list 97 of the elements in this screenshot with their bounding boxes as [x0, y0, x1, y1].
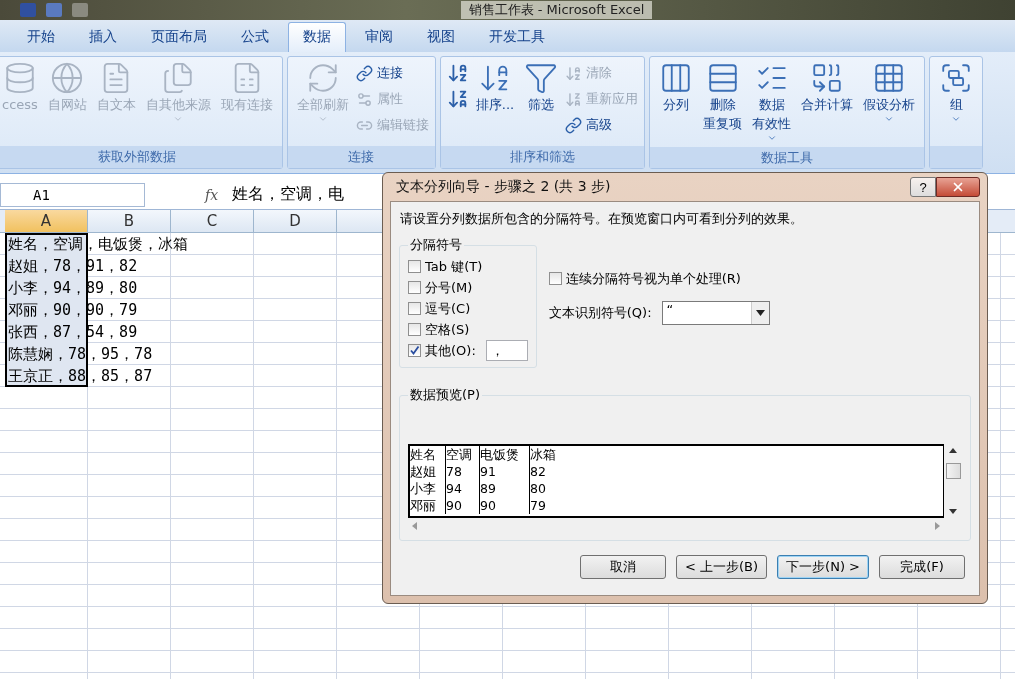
caret-icon	[884, 114, 895, 124]
close-button[interactable]	[936, 177, 980, 197]
checkbox-label[interactable]: 分号(M)	[425, 278, 473, 297]
preview-cell-text: 82	[530, 463, 547, 480]
column-header[interactable]: A	[5, 210, 88, 232]
help-button[interactable]: ?	[910, 177, 936, 197]
cell-text: 王京正，88，85，87	[5, 365, 153, 387]
checkbox-label[interactable]: 逗号(C)	[425, 299, 471, 318]
checkbox[interactable]	[408, 281, 421, 294]
ribbon-button[interactable]: 连接	[355, 61, 429, 85]
instruction-text: 请设置分列数据所包含的分隔符号。在预览窗口内可看到分列的效果。	[400, 210, 803, 228]
checkbox-label[interactable]: 其他(O):	[425, 341, 476, 360]
caret-icon	[755, 310, 765, 316]
cell-text: 陈慧娴，78，95，78	[5, 343, 153, 365]
field-label: 文本识别符号(Q):	[548, 304, 652, 322]
group-label: 排序和筛选	[440, 146, 645, 168]
qualifier-dropdown[interactable]: “	[661, 301, 770, 325]
ribbon-button[interactable]: 数据 有效性	[749, 59, 795, 145]
ribbon-button[interactable]: 合并计算	[798, 59, 857, 116]
preview-cell-text: 79	[530, 497, 547, 514]
ribbon-tab[interactable]: 页面布局	[136, 22, 222, 52]
name-box[interactable]: A1	[0, 182, 145, 207]
preview-cell-text: 冰箱	[530, 446, 557, 463]
checkbox[interactable]	[408, 344, 421, 357]
ribbon-tab[interactable]: 开始	[12, 22, 70, 52]
ribbon-icon	[524, 61, 559, 95]
caret-icon	[951, 114, 962, 124]
column-header[interactable]: D	[254, 210, 337, 232]
caret-icon	[766, 133, 777, 143]
group-label: 连接	[287, 146, 435, 168]
preview-cell: 空调	[446, 446, 480, 463]
dialog-button[interactable]: 下一步(N) >	[777, 555, 869, 579]
dialog-title: 文本分列向导 - 步骤之 2 (共 3 步)	[395, 178, 611, 196]
group-label: 数据工具	[650, 147, 925, 168]
preview-cell: 90	[446, 497, 480, 514]
scroll-up-icon[interactable]	[949, 448, 957, 453]
ribbon-button[interactable]: 删除 重复项	[700, 59, 746, 135]
scroll-left-icon[interactable]	[412, 522, 417, 530]
ribbon-icon	[355, 90, 373, 108]
caret-icon	[317, 114, 328, 124]
group-label	[930, 146, 983, 168]
scroll-right-icon[interactable]	[935, 522, 940, 530]
ribbon-button[interactable]: 排序...	[472, 59, 518, 116]
ribbon-icon	[50, 61, 85, 95]
close-icon	[951, 180, 965, 194]
dialog-button[interactable]: < 上一步(B)	[676, 555, 768, 579]
ribbon-tab[interactable]: 数据	[288, 22, 346, 52]
dialog-button[interactable]: 完成(F)	[879, 555, 965, 579]
checkbox-label[interactable]: 连续分隔符号视为单个处理(R)	[565, 269, 741, 288]
preview-cell: 89	[480, 480, 530, 497]
cell-text: 姓名，空调，电饭煲，冰箱	[5, 233, 188, 255]
preview-cell: 78	[446, 463, 480, 480]
preview-cell: 邓丽	[410, 497, 446, 514]
preview-cell: 电饭煲	[480, 446, 530, 463]
ribbon-icon	[446, 88, 469, 110]
column-header[interactable]: B	[88, 210, 171, 232]
group-title: 分隔符号	[409, 236, 463, 254]
function-label[interactable]: fx	[205, 186, 219, 203]
preview-cell-text: 80	[530, 480, 547, 497]
ribbon-icon	[565, 90, 583, 108]
preview-cell: 姓名	[410, 446, 446, 463]
ribbon-icon	[355, 64, 373, 82]
preview-cell: 赵姐	[410, 463, 446, 480]
ribbon-tab[interactable]: 插入	[74, 22, 132, 52]
formula-text: 姓名，空调，电	[232, 184, 345, 205]
preview-cell: 小李	[410, 480, 446, 497]
ribbon-button[interactable]: 假设分析	[860, 59, 919, 126]
ribbon-tab[interactable]: 审阅	[350, 22, 408, 52]
preview-cell: 91	[480, 463, 530, 480]
column-header[interactable]: C	[171, 210, 254, 232]
group-label: 获取外部数据	[0, 146, 282, 168]
dialog-button[interactable]: 取消	[580, 555, 666, 579]
group-title: 数据预览(P)	[409, 386, 481, 404]
checkbox[interactable]	[408, 260, 421, 273]
scroll-thumb[interactable]	[945, 463, 961, 479]
ribbon-button[interactable]: 组	[936, 59, 977, 126]
checkbox-label[interactable]: 空格(S)	[425, 320, 470, 339]
ribbon-button[interactable]: 分列	[656, 59, 697, 116]
preview-cell: 90	[480, 497, 530, 514]
ribbon-icon	[446, 62, 469, 84]
preview-cell: 94	[446, 480, 480, 497]
ribbon-tab[interactable]: 公式	[226, 22, 284, 52]
caret-icon	[173, 114, 184, 124]
ribbon-icon	[565, 116, 583, 134]
ribbon-button[interactable]: 筛选	[521, 59, 562, 116]
cell-text: 张西，87，54，89	[5, 321, 138, 343]
checkbox-label[interactable]: Tab 键(T)	[425, 257, 483, 276]
ribbon-tab[interactable]: 视图	[412, 22, 470, 52]
checkbox[interactable]	[408, 302, 421, 315]
checkbox[interactable]	[408, 323, 421, 336]
window-title: 销售工作表 - Microsoft Excel	[460, 1, 653, 19]
ribbon-icon	[565, 64, 583, 82]
ribbon-button[interactable]: 高级	[565, 113, 639, 137]
scroll-down-icon[interactable]	[949, 509, 957, 514]
ribbon-tab[interactable]: 开发工具	[474, 22, 560, 52]
checkbox[interactable]	[548, 272, 562, 285]
input-field[interactable]: ，	[485, 340, 528, 361]
